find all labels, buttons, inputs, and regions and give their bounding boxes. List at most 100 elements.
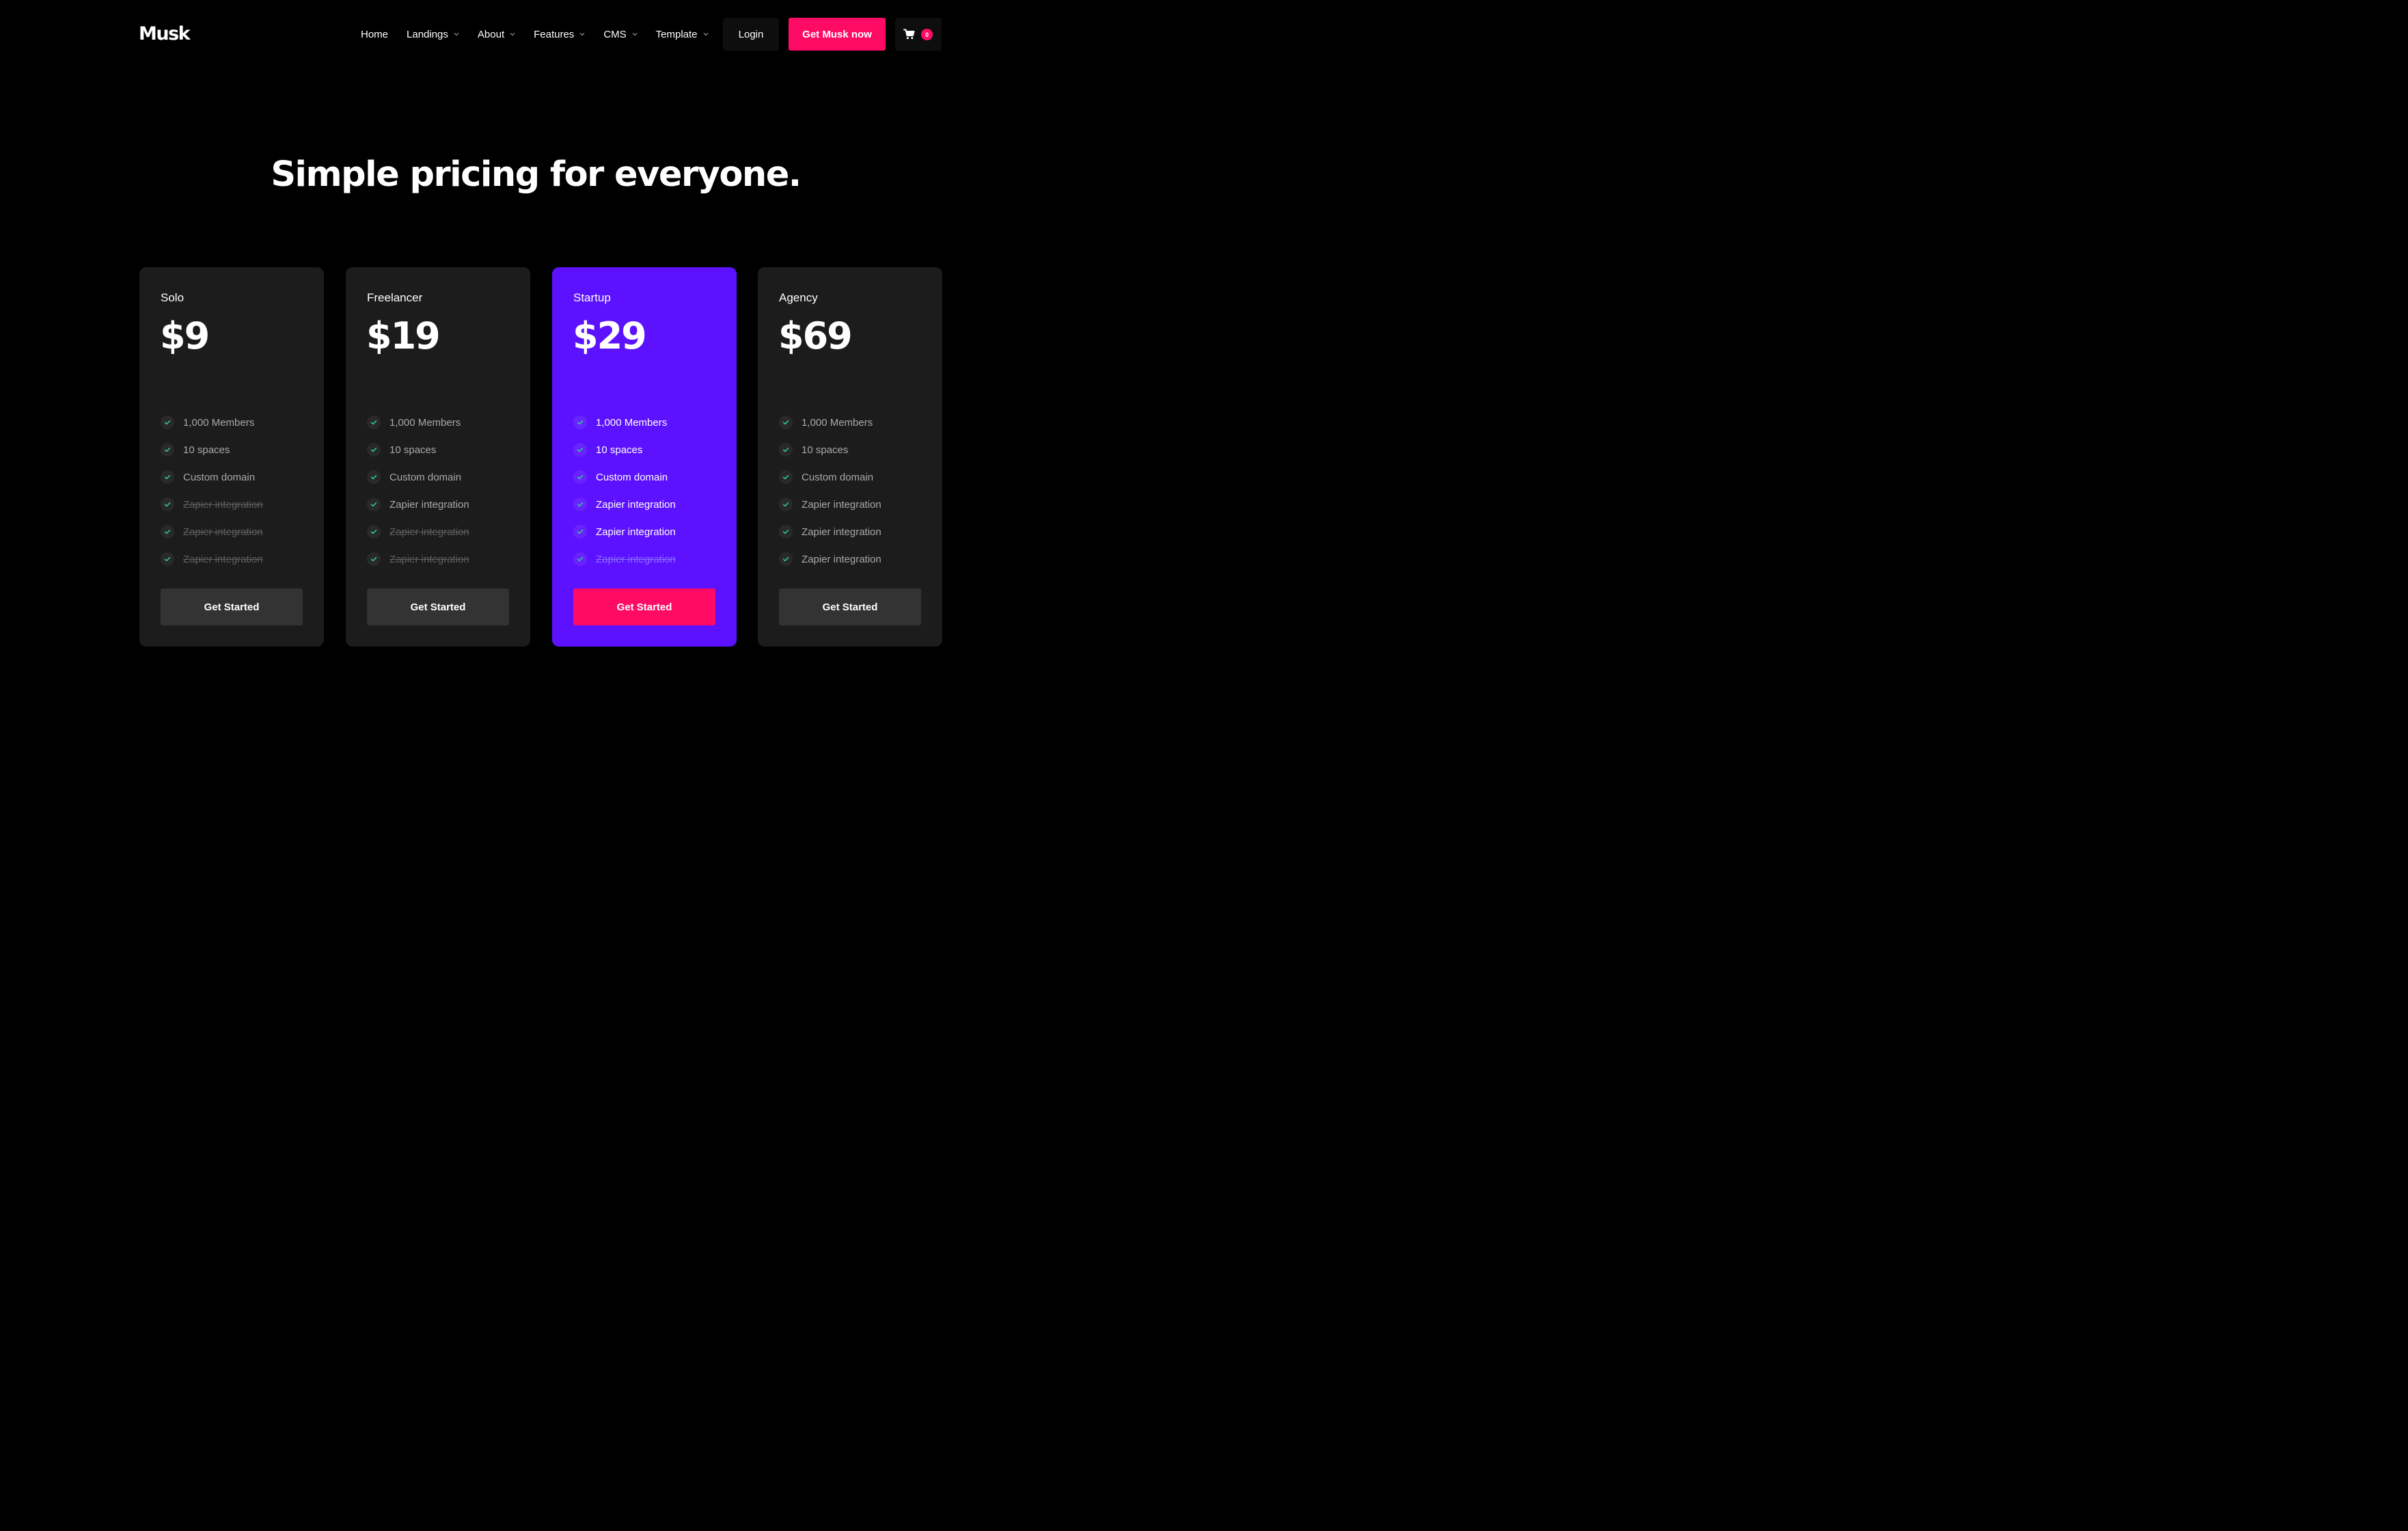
feature-label: Zapier integration xyxy=(802,526,881,538)
feature-item: Zapier integration xyxy=(779,518,929,545)
check-icon xyxy=(367,470,381,484)
nav-item-features[interactable]: Features xyxy=(534,29,585,40)
feature-item: Zapier integration xyxy=(573,545,724,573)
feature-item: 10 spaces xyxy=(161,436,311,463)
feature-item: Zapier integration xyxy=(779,545,929,573)
cart-count-badge: 0 xyxy=(921,29,933,40)
check-icon xyxy=(161,525,174,539)
pricing-card-startup: Startup $29 1,000 Members 10 spaces Custom d… xyxy=(552,267,737,647)
feature-label: Zapier integration xyxy=(389,498,469,511)
feature-item: Custom domain xyxy=(161,463,311,491)
plan-price: $19 xyxy=(366,314,441,357)
nav-item-label: Features xyxy=(534,28,575,40)
check-icon xyxy=(161,470,174,484)
plan-price: $9 xyxy=(160,314,210,357)
feature-label: Zapier integration xyxy=(802,553,881,565)
chevron-down-icon xyxy=(632,33,638,36)
get-started-button[interactable]: Get Started xyxy=(161,588,303,625)
feature-label: Custom domain xyxy=(183,471,256,483)
nav-item-label: Template xyxy=(655,28,698,40)
check-icon xyxy=(779,416,793,429)
feature-item: Zapier integration xyxy=(161,545,311,573)
feature-label: Zapier integration xyxy=(183,498,263,511)
feature-item: Zapier integration xyxy=(367,545,517,573)
feature-label: Zapier integration xyxy=(389,526,469,538)
chevron-down-icon xyxy=(703,33,708,36)
get-started-button[interactable]: Get Started xyxy=(779,588,921,625)
pricing-card-freelancer: Freelancer $19 1,000 Members 10 spaces Custo… xyxy=(346,267,530,647)
feature-label: Custom domain xyxy=(596,471,668,483)
pricing-card-agency: Agency $69 1,000 Members 10 spaces Custom do… xyxy=(758,267,942,647)
feature-item: Custom domain xyxy=(779,463,929,491)
feature-label: 1,000 Members xyxy=(183,416,255,429)
feature-label: 10 spaces xyxy=(596,444,643,456)
cart-button[interactable]: 0 xyxy=(895,18,942,51)
check-icon xyxy=(161,443,174,457)
feature-list: 1,000 Members 10 spaces Custom domain Zapie… xyxy=(161,409,311,573)
check-icon xyxy=(367,498,381,511)
check-icon xyxy=(573,498,587,511)
feature-item: 1,000 Members xyxy=(573,409,724,436)
get-musk-now-button[interactable]: Get Musk now xyxy=(789,18,886,51)
check-icon xyxy=(367,416,381,429)
nav-item-label: About xyxy=(477,28,505,40)
feature-label: 1,000 Members xyxy=(596,416,668,429)
feature-label: 1,000 Members xyxy=(802,416,873,429)
feature-list: 1,000 Members 10 spaces Custom domain Zapie… xyxy=(779,409,929,573)
plan-name: Agency xyxy=(779,291,818,304)
feature-label: Zapier integration xyxy=(802,498,881,511)
pricing-card-solo: Solo $9 1,000 Members 10 spaces Custom domai… xyxy=(139,267,324,647)
check-icon xyxy=(161,416,174,429)
feature-item: Custom domain xyxy=(367,463,517,491)
nav-item-landings[interactable]: Landings xyxy=(407,29,459,40)
check-icon xyxy=(161,498,174,511)
check-icon xyxy=(573,552,587,566)
nav-item-home[interactable]: Home xyxy=(361,29,388,40)
feature-label: 10 spaces xyxy=(183,444,230,456)
login-button[interactable]: Login xyxy=(723,18,779,51)
plan-price: $29 xyxy=(573,314,647,357)
feature-item: 10 spaces xyxy=(779,436,929,463)
feature-item: Custom domain xyxy=(573,463,724,491)
feature-item: 1,000 Members xyxy=(779,409,929,436)
feature-label: Zapier integration xyxy=(389,553,469,565)
chevron-down-icon xyxy=(579,33,585,36)
feature-item: Zapier integration xyxy=(367,518,517,545)
feature-label: 1,000 Members xyxy=(389,416,461,429)
check-icon xyxy=(779,525,793,539)
feature-item: 1,000 Members xyxy=(161,409,311,436)
get-started-button[interactable]: Get Started xyxy=(367,588,509,625)
feature-item: Zapier integration xyxy=(779,491,929,518)
check-icon xyxy=(573,443,587,457)
feature-label: Zapier integration xyxy=(596,553,676,565)
get-started-button[interactable]: Get Started xyxy=(573,588,715,625)
chevron-down-icon xyxy=(454,33,459,36)
shopping-cart-icon xyxy=(903,29,915,40)
chevron-down-icon xyxy=(510,33,515,36)
feature-item: Zapier integration xyxy=(573,491,724,518)
check-icon xyxy=(779,552,793,566)
feature-item: Zapier integration xyxy=(161,491,311,518)
feature-item: 1,000 Members xyxy=(367,409,517,436)
top-navigation: Musk Home Landings About Features CMS Templat… xyxy=(0,0,1071,68)
plan-name: Solo xyxy=(161,291,184,304)
brand-logo[interactable]: Musk xyxy=(139,23,191,46)
plan-price: $69 xyxy=(778,314,853,357)
nav-item-template[interactable]: Template xyxy=(656,29,709,40)
plan-name: Startup xyxy=(573,291,611,304)
feature-item: Zapier integration xyxy=(367,491,517,518)
check-icon xyxy=(367,443,381,457)
main-menu: Home Landings About Features CMS Template xyxy=(361,26,727,42)
plan-name: Freelancer xyxy=(367,291,423,304)
check-icon xyxy=(779,443,793,457)
feature-item: 10 spaces xyxy=(573,436,724,463)
nav-item-cms[interactable]: CMS xyxy=(603,28,638,40)
feature-item: Zapier integration xyxy=(573,518,724,545)
check-icon xyxy=(779,470,793,484)
feature-label: Zapier integration xyxy=(183,553,263,565)
check-icon xyxy=(573,525,587,539)
feature-list: 1,000 Members 10 spaces Custom domain Zapie… xyxy=(573,409,724,573)
check-icon xyxy=(573,416,587,429)
nav-item-about[interactable]: About xyxy=(478,29,515,40)
nav-item-label: CMS xyxy=(603,28,627,40)
